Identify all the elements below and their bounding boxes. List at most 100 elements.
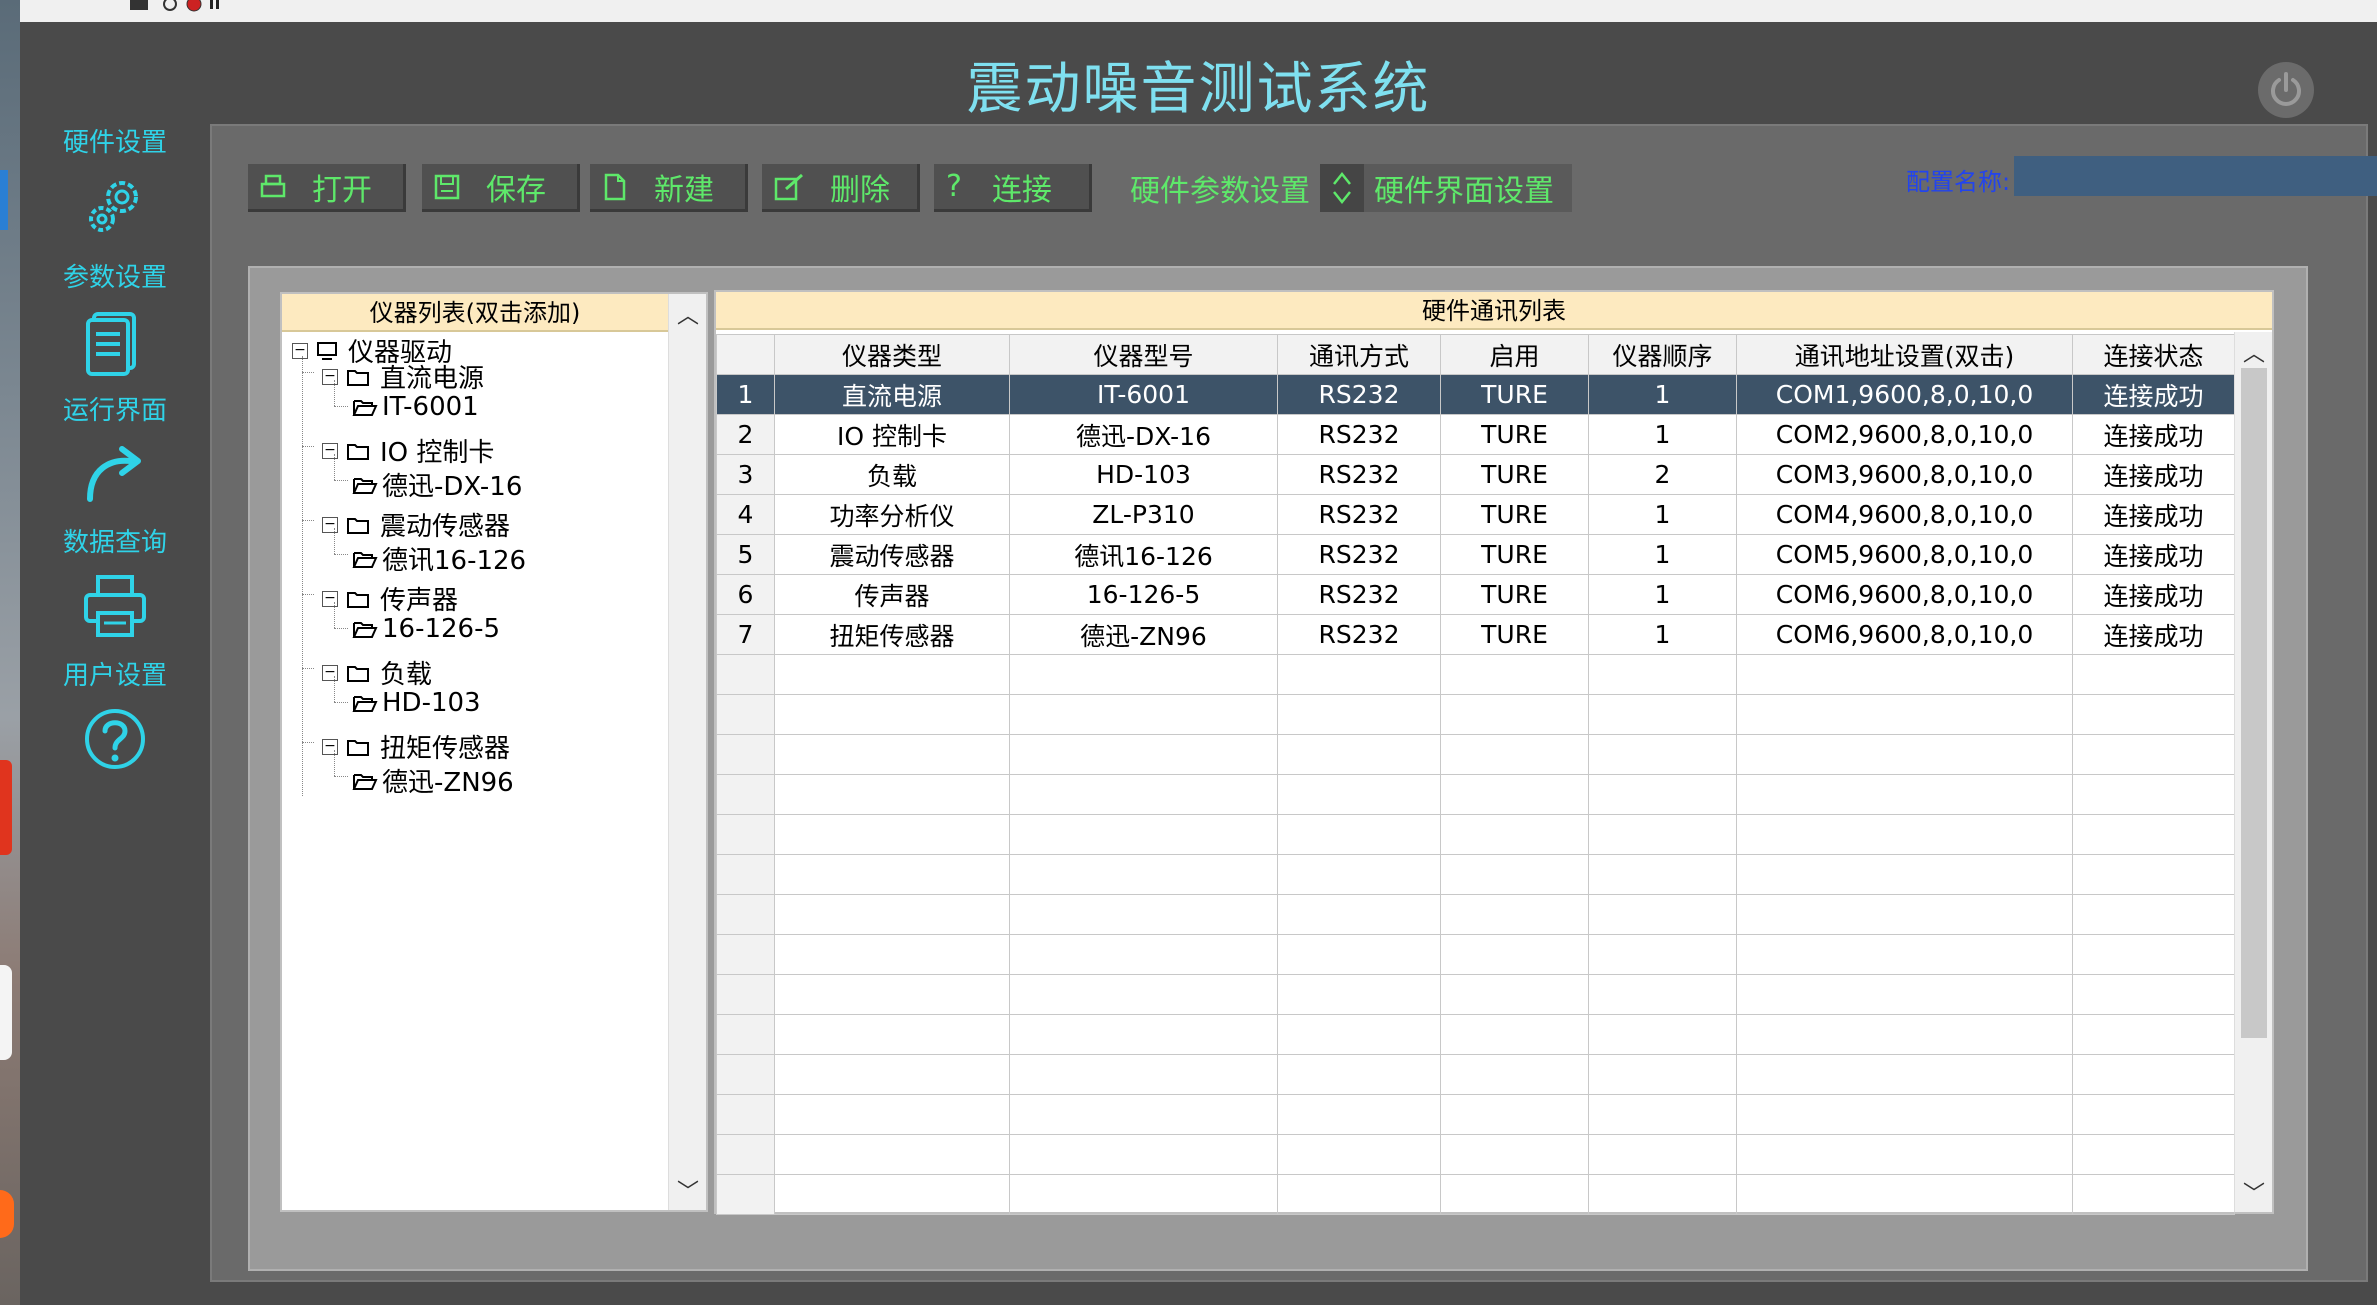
- table-cell[interactable]: ZL-P310: [1009, 494, 1278, 535]
- table-cell[interactable]: [774, 1014, 1010, 1055]
- table-cell[interactable]: COM2,9600,8,0,10,0: [1736, 414, 2073, 455]
- table-cell[interactable]: [774, 654, 1010, 695]
- table-cell[interactable]: [1009, 934, 1278, 975]
- table-cell[interactable]: [1736, 894, 2073, 935]
- table-cell[interactable]: [774, 894, 1010, 935]
- table-cell[interactable]: 1: [1588, 414, 1737, 455]
- table-cell[interactable]: [1588, 734, 1737, 775]
- table-cell[interactable]: COM1,9600,8,0,10,0: [1736, 374, 2073, 415]
- table-cell[interactable]: [774, 694, 1010, 735]
- table-cell[interactable]: [1588, 854, 1737, 895]
- table-cell[interactable]: [2072, 1014, 2235, 1055]
- row-number[interactable]: 5: [716, 534, 775, 575]
- collapse-icon[interactable]: −: [322, 590, 338, 607]
- table-cell[interactable]: [1588, 814, 1737, 855]
- row-number[interactable]: 6: [716, 574, 775, 615]
- table-cell[interactable]: [1736, 694, 2073, 735]
- table-cell[interactable]: [1009, 774, 1278, 815]
- table-cell[interactable]: RS232: [1277, 534, 1441, 575]
- table-cell[interactable]: [774, 1174, 1010, 1215]
- table-cell[interactable]: [774, 1134, 1010, 1175]
- table-cell[interactable]: COM3,9600,8,0,10,0: [1736, 454, 2073, 495]
- nav-item-user[interactable]: 用户设置: [40, 655, 190, 774]
- table-cell[interactable]: RS232: [1277, 454, 1441, 495]
- table-cell[interactable]: TURE: [1440, 374, 1589, 415]
- table-cell[interactable]: [774, 974, 1010, 1015]
- table-cell[interactable]: [1009, 1054, 1278, 1095]
- column-header[interactable]: 连接状态: [2072, 334, 2235, 375]
- row-number[interactable]: 7: [716, 614, 775, 655]
- table-cell[interactable]: 负载: [774, 454, 1010, 495]
- table-cell[interactable]: RS232: [1277, 414, 1441, 455]
- table-cell[interactable]: 连接成功: [2072, 414, 2235, 455]
- table-cell[interactable]: [1588, 654, 1737, 695]
- table-cell[interactable]: [1440, 774, 1589, 815]
- empty-row[interactable]: [716, 1094, 2235, 1135]
- tree-leaf[interactable]: HD-103: [352, 688, 481, 718]
- table-cell[interactable]: [1588, 694, 1737, 735]
- tree-group[interactable]: − 直流电源: [322, 358, 484, 395]
- table-cell[interactable]: [1736, 1134, 2073, 1175]
- tree-leaf[interactable]: 德讯16-126: [352, 540, 526, 577]
- table-cell[interactable]: [1736, 1094, 2073, 1135]
- table-cell[interactable]: [1440, 894, 1589, 935]
- table-cell[interactable]: [716, 734, 775, 775]
- table-cell[interactable]: [774, 774, 1010, 815]
- table-cell[interactable]: 德迅-ZN96: [1009, 614, 1278, 655]
- table-cell[interactable]: [1588, 1134, 1737, 1175]
- table-cell[interactable]: [2072, 734, 2235, 775]
- table-cell[interactable]: [716, 1094, 775, 1135]
- table-cell[interactable]: [716, 894, 775, 935]
- empty-row[interactable]: [716, 1014, 2235, 1055]
- table-cell[interactable]: [1440, 1134, 1589, 1175]
- table-cell[interactable]: TURE: [1440, 414, 1589, 455]
- table-cell[interactable]: [1277, 654, 1441, 695]
- scroll-down-icon[interactable]: ﹀: [677, 1174, 699, 1206]
- table-cell[interactable]: RS232: [1277, 614, 1441, 655]
- table-cell[interactable]: [774, 1054, 1010, 1095]
- table-cell[interactable]: [1440, 734, 1589, 775]
- table-cell[interactable]: [1736, 934, 2073, 975]
- scroll-down-icon[interactable]: ﹀: [2243, 1176, 2265, 1208]
- table-cell[interactable]: 1: [1588, 374, 1737, 415]
- table-cell[interactable]: [2072, 974, 2235, 1015]
- table-cell[interactable]: [1277, 854, 1441, 895]
- table-cell[interactable]: 连接成功: [2072, 494, 2235, 535]
- table-cell[interactable]: [1009, 734, 1278, 775]
- table-cell[interactable]: [2072, 934, 2235, 975]
- table-cell[interactable]: [1009, 974, 1278, 1015]
- table-cell[interactable]: [2072, 854, 2235, 895]
- scroll-up-icon[interactable]: ︿: [2243, 336, 2265, 368]
- table-cell[interactable]: [1588, 894, 1737, 935]
- grid-scrollbar[interactable]: ︿ ﹀: [2234, 332, 2272, 1212]
- table-cell[interactable]: [1588, 1094, 1737, 1135]
- table-cell[interactable]: [1440, 1094, 1589, 1135]
- table-cell[interactable]: TURE: [1440, 494, 1589, 535]
- table-cell[interactable]: TURE: [1440, 574, 1589, 615]
- empty-row[interactable]: [716, 934, 2235, 975]
- new-button[interactable]: 新建: [590, 164, 748, 212]
- table-cell[interactable]: 扭矩传感器: [774, 614, 1010, 655]
- table-cell[interactable]: 连接成功: [2072, 534, 2235, 575]
- tree-group[interactable]: − IO 控制卡: [322, 432, 494, 469]
- table-cell[interactable]: [1440, 654, 1589, 695]
- empty-row[interactable]: [716, 734, 2235, 775]
- table-cell[interactable]: [1736, 1014, 2073, 1055]
- table-cell[interactable]: [2072, 1054, 2235, 1095]
- table-cell[interactable]: [716, 854, 775, 895]
- table-cell[interactable]: [716, 774, 775, 815]
- empty-row[interactable]: [716, 1134, 2235, 1175]
- nav-item-query[interactable]: 数据查询: [40, 522, 190, 641]
- column-header[interactable]: 通讯地址设置(双击): [1736, 334, 2073, 375]
- table-cell[interactable]: [774, 814, 1010, 855]
- hw-param-link[interactable]: 硬件参数设置: [1130, 166, 1310, 210]
- table-cell[interactable]: 1: [1588, 494, 1737, 535]
- table-row[interactable]: 6 传声器 16-126-5 RS232 TURE 1 COM6,9600,8,0,10,0…: [716, 574, 2235, 615]
- table-cell[interactable]: [1440, 974, 1589, 1015]
- empty-row[interactable]: [716, 1054, 2235, 1095]
- table-cell[interactable]: 连接成功: [2072, 614, 2235, 655]
- table-cell[interactable]: [716, 814, 775, 855]
- tree-leaf[interactable]: 16-126-5: [352, 614, 500, 644]
- table-cell[interactable]: 连接成功: [2072, 454, 2235, 495]
- table-cell[interactable]: 德迅-DX-16: [1009, 414, 1278, 455]
